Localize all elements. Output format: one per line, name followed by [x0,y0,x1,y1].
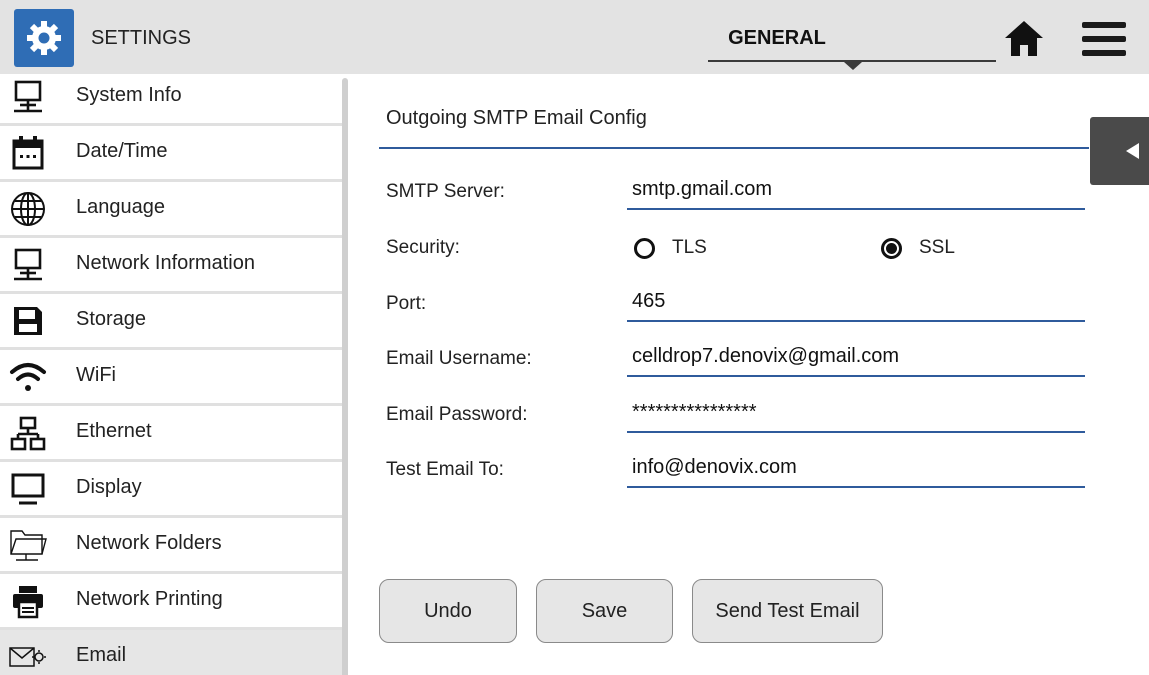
tls-radio-circle [634,237,655,259]
smtp-server-value: smtp.gmail.com [632,178,773,200]
send-test-email-button[interactable]: Send Test Email [692,579,883,643]
email-password-value: **************** [632,401,757,423]
collapse-panel-button[interactable] [1090,117,1149,185]
chevron-left-icon [1126,143,1139,159]
network-folder-icon [8,526,48,564]
sidebar-item-email[interactable]: Email [0,630,342,675]
gear-icon[interactable] [14,9,74,67]
email-password-label: Email Password: [386,404,528,425]
sidebar-item-label: Storage [76,308,147,330]
sidebar-item-language[interactable]: Language [0,182,342,238]
sidebar-item-label: WiFi [76,364,116,386]
tab-general[interactable]: GENERAL [708,22,996,70]
email-config-panel: Outgoing SMTP Email Config SMTP Server: … [352,74,1149,675]
tab-general-label: GENERAL [728,27,826,49]
ssl-radio-circle [881,237,902,259]
email-password-field[interactable]: **************** [627,395,1085,433]
section-title: Outgoing SMTP Email Config [386,107,647,129]
smtp-server-field[interactable]: smtp.gmail.com [627,172,1085,210]
computer-network-icon [8,246,48,284]
floppy-disk-icon [8,302,48,340]
sidebar-item-network-folders[interactable]: Network Folders [0,518,342,574]
email-username-value: celldrop7.denovix@gmail.com [632,345,900,367]
sidebar-item-label: Ethernet [76,420,152,442]
test-email-to-label: Test Email To: [386,459,504,480]
sidebar-item-system-info[interactable]: System Info [0,74,342,126]
chevron-down-icon [844,62,862,70]
monitor-icon [8,470,48,508]
printer-icon [8,582,48,620]
globe-icon [8,190,48,228]
sidebar-item-ethernet[interactable]: Ethernet [0,406,342,462]
sidebar-item-date-time[interactable]: Date/Time [0,126,342,182]
test-email-to-value: info@denovix.com [632,456,797,478]
sidebar-item-label: System Info [76,84,182,106]
email-settings-icon [8,638,48,675]
port-value: 465 [632,290,666,312]
settings-sidebar: System Info Date/Time Language Network I… [0,74,350,675]
ssl-radio[interactable]: SSL [881,237,955,259]
sidebar-item-label: Network Information [76,252,255,274]
undo-button[interactable]: Undo [379,579,517,643]
security-label: Security: [386,237,460,258]
tls-radio[interactable]: TLS [634,237,707,259]
sidebar-item-label: Network Printing [76,588,223,610]
wifi-icon [8,358,48,396]
sidebar-item-label: Display [76,476,142,498]
sidebar-item-network-printing[interactable]: Network Printing [0,574,342,630]
save-button[interactable]: Save [536,579,673,643]
section-divider [379,147,1089,149]
app-title: SETTINGS [91,27,192,49]
email-username-label: Email Username: [386,348,532,369]
tls-radio-label: TLS [672,237,707,258]
test-email-to-field[interactable]: info@denovix.com [627,450,1085,488]
port-field[interactable]: 465 [627,284,1085,322]
sidebar-item-label: Date/Time [76,140,168,162]
home-icon[interactable] [1002,18,1046,58]
email-username-field[interactable]: celldrop7.denovix@gmail.com [627,339,1085,377]
top-bar: SETTINGS GENERAL [0,0,1149,74]
ethernet-icon [8,414,48,452]
sidebar-item-label: Network Folders [76,532,222,554]
calendar-icon [8,134,48,172]
sidebar-item-storage[interactable]: Storage [0,294,342,350]
sidebar-scrollbar[interactable] [342,78,348,675]
ssl-radio-label: SSL [919,237,955,258]
sidebar-item-label: Email [76,644,127,666]
port-label: Port: [386,293,427,314]
sidebar-item-display[interactable]: Display [0,462,342,518]
hamburger-menu-icon[interactable] [1080,20,1128,58]
computer-network-icon [8,78,48,116]
sidebar-item-network-information[interactable]: Network Information [0,238,342,294]
sidebar-item-label: Language [76,196,165,218]
sidebar-item-wifi[interactable]: WiFi [0,350,342,406]
smtp-server-label: SMTP Server: [386,181,505,202]
